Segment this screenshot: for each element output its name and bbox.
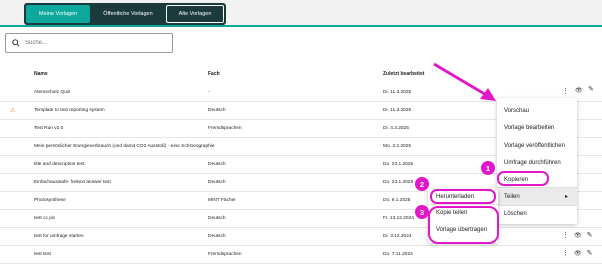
- row-date: Mo. 3.2.2025: [383, 144, 412, 149]
- tab-bar: Meine Vorlagen Öffentliche Vorlagen Alte…: [24, 3, 227, 25]
- chevron-right-icon: ▸: [565, 194, 569, 200]
- warning-icon: ⚠: [10, 108, 16, 114]
- menu-item-vorschau[interactable]: Vorschau: [504, 108, 529, 114]
- table-header: Name Fach Zuletzt bearbeitet: [0, 66, 602, 84]
- row-name: Atemschutz Quiz: [34, 90, 71, 95]
- tab-oeffentliche-vorlagen[interactable]: Öffentliche Vorlagen: [90, 5, 165, 23]
- menu-item-vorlage-bearbeiten[interactable]: Vorlage bearbeiten: [504, 125, 554, 131]
- search-input[interactable]: [25, 40, 165, 46]
- edit-icon[interactable]: ✎: [587, 231, 593, 241]
- edit-icon[interactable]: ✎: [588, 85, 594, 93]
- row-subject: Deutsch: [208, 234, 226, 239]
- row-date: Di. 4.3.2025: [383, 126, 409, 131]
- row-date: Di. 11.3.2025: [383, 108, 412, 113]
- row-date: Do. 9.1.2025: [383, 198, 411, 203]
- top-bar: Meine Vorlagen Öffentliche Vorlagen Alte…: [0, 0, 602, 26]
- row-subject: Deutsch: [208, 108, 226, 113]
- step-badge-3: 3: [415, 205, 429, 219]
- view-icon[interactable]: 👁: [575, 87, 583, 94]
- row-subject: Deutsch: [208, 162, 226, 167]
- more-options-icon[interactable]: ⋮: [562, 87, 569, 97]
- column-header-name[interactable]: Name: [34, 71, 48, 77]
- row-name: Photosynthese: [34, 198, 66, 203]
- row-subject: -: [208, 90, 210, 95]
- row-name: Einfachauswahl- freitext answer test: [34, 180, 111, 185]
- row-date: Di. 11.3.2025: [383, 90, 412, 95]
- column-header-last-edited[interactable]: Zuletzt bearbeitet: [383, 71, 424, 77]
- row-date: Do. 23.1.2025: [383, 180, 414, 185]
- row-name: title and description test: [34, 162, 85, 167]
- row-name: test for umfrage starten: [34, 234, 84, 239]
- row-subject: Fremdsprachen: [208, 252, 242, 257]
- row-date: Do. 7.11.2024: [383, 252, 413, 257]
- menu-divider: [497, 205, 577, 206]
- row-name: test test: [34, 252, 51, 257]
- highlight-share-options: [428, 206, 499, 244]
- highlight-kopieren: [497, 171, 549, 186]
- row-name: Mein persönlicher Energieverbrauch (und …: [34, 144, 215, 149]
- view-icon[interactable]: 👁: [574, 249, 582, 259]
- table-row[interactable]: test for umfrage starten Deutsch Di. 3.1…: [0, 228, 602, 246]
- row-date: Do. 23.1.2025: [383, 162, 414, 167]
- row-subject: Deutsch: [208, 216, 226, 221]
- row-subject: Fremdsprachen: [208, 126, 242, 131]
- step-badge-2: 2: [415, 177, 429, 191]
- pointer-arrow: [433, 62, 496, 101]
- row-date: Fr. 13.12.2024: [383, 216, 414, 221]
- search-icon: [12, 39, 20, 47]
- row-subject: MINT Fächer: [208, 198, 236, 203]
- edit-icon[interactable]: ✎: [587, 249, 593, 259]
- step-badge-1: 1: [481, 161, 495, 175]
- row-actions: ⋮ 👁 ✎: [562, 249, 593, 259]
- more-options-icon[interactable]: ⋮: [562, 249, 569, 259]
- tab-meine-vorlagen[interactable]: Meine Vorlagen: [26, 5, 91, 23]
- row-actions: ⋮ 👁 ✎: [562, 231, 593, 241]
- menu-item-loeschen[interactable]: Löschen: [504, 211, 527, 217]
- context-menu: Vorschau Vorlage bearbeiten Vorlage verö…: [497, 98, 577, 224]
- more-options-icon[interactable]: ⋮: [562, 231, 569, 241]
- menu-item-umfrage-durchfuehren[interactable]: Umfrage durchführen: [504, 160, 561, 166]
- row-name: Test Run v2.0: [34, 126, 64, 131]
- menu-divider: [428, 204, 498, 205]
- accent-divider: [0, 25, 602, 27]
- row-name: Template to test reporting system: [34, 108, 105, 113]
- menu-item-vorlage-veroeffentlichen[interactable]: Vorlage veröffentlichen: [504, 143, 565, 149]
- table-row[interactable]: test test Fremdsprachen Do. 7.11.2024 ⋮ …: [0, 246, 602, 264]
- menu-item-teilen[interactable]: Teilen: [504, 194, 520, 200]
- highlight-herunterladen: [430, 189, 496, 204]
- row-subject: Deutsch: [208, 180, 226, 185]
- tab-alte-vorlagen[interactable]: Alte Vorlagen: [165, 5, 225, 23]
- column-header-subject[interactable]: Fach: [208, 71, 220, 77]
- row-name: test cc pic: [34, 216, 56, 221]
- row-actions: ⋮: [562, 87, 569, 97]
- row-date: Di. 3.12.2024: [383, 234, 412, 239]
- view-icon[interactable]: 👁: [574, 231, 582, 241]
- search-box[interactable]: [5, 33, 173, 53]
